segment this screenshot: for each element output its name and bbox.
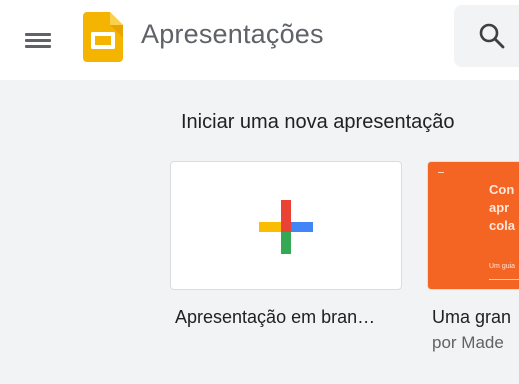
top-app-bar: Apresentações — [0, 0, 519, 80]
thumbnail-subtext: Um guia — [489, 263, 516, 270]
thumbnail-headline: Con apr cola — [489, 182, 516, 233]
hamburger-menu-icon — [25, 30, 51, 50]
app-title: Apresentações — [141, 19, 324, 49]
blank-presentation-thumbnail[interactable] — [170, 161, 402, 290]
google-slides-logo-icon — [83, 12, 123, 62]
thumbnail-decoration — [438, 172, 444, 173]
blank-presentation-label[interactable]: Apresentação em bran… — [175, 307, 405, 328]
section-title: Iniciar uma nova apresentação — [181, 111, 455, 133]
plus-icon — [259, 200, 313, 254]
search-icon — [479, 23, 505, 49]
template-thumbnail-orange[interactable]: Con apr cola Um guia — [427, 161, 519, 290]
search-button[interactable] — [477, 20, 507, 52]
main-menu-button[interactable] — [22, 24, 54, 56]
template-label[interactable]: Uma gran — [432, 307, 511, 328]
thumbnail-divider — [489, 279, 519, 280]
template-author: por Made — [432, 333, 504, 352]
